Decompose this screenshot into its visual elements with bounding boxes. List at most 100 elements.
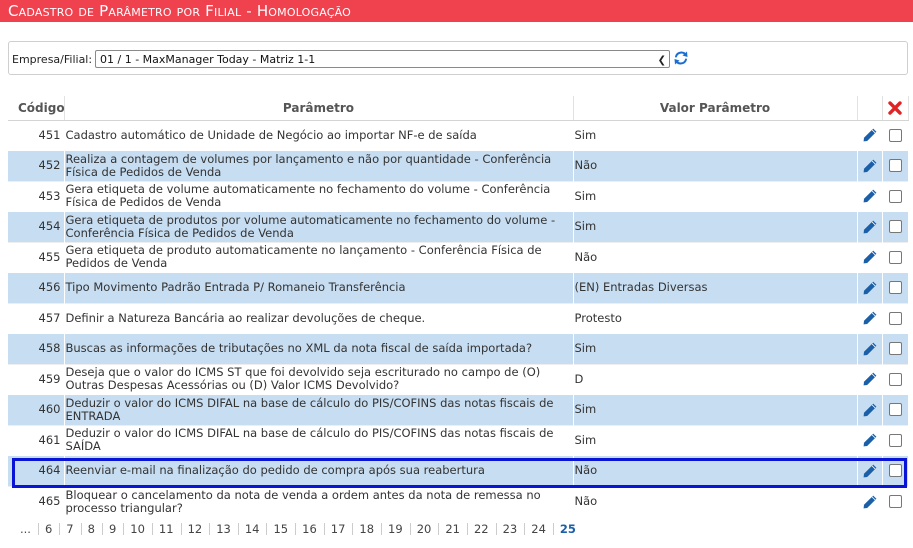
cell-valor-parametro: D (573, 363, 858, 395)
pagination-page-10[interactable]: 10 (124, 523, 153, 535)
pagination-page-16[interactable]: 16 (296, 523, 325, 535)
cell-edit (857, 211, 883, 242)
cell-valor-parametro: Não (573, 455, 858, 486)
pagination-page-8[interactable]: 8 (82, 523, 103, 535)
pagination-page-11[interactable]: 11 (153, 523, 182, 535)
table-row[interactable]: 464 Reenviar e-mail na finalização do ped… (8, 455, 909, 486)
table-row[interactable]: 461 Deduzir o valor do ICMS DIFAL na base… (8, 424, 909, 456)
pencil-icon[interactable] (862, 249, 878, 265)
pagination-page-21[interactable]: 21 (439, 523, 468, 535)
header-parametro[interactable]: Parâmetro (64, 96, 574, 121)
pencil-icon[interactable] (862, 280, 878, 296)
cell-edit (857, 455, 883, 486)
cell-codigo: 458 (8, 333, 65, 364)
cell-edit (857, 333, 883, 364)
cell-parametro: Bloquear o cancelamento da nota de venda… (64, 485, 574, 517)
pagination-page-13[interactable]: 13 (210, 523, 239, 535)
row-checkbox[interactable] (888, 495, 902, 508)
row-checkbox[interactable] (888, 342, 902, 356)
pagination-page-6[interactable]: 6 (39, 523, 61, 535)
header-codigo[interactable]: Código (8, 96, 65, 121)
row-checkbox[interactable] (888, 311, 902, 325)
cell-edit (857, 241, 883, 273)
table-row[interactable]: 457 Definir a Natureza Bancária ao realiz… (8, 302, 909, 334)
table-row[interactable]: 452 Realiza a contagem de volumes por lan… (8, 150, 909, 181)
row-checkbox[interactable] (888, 464, 902, 478)
pencil-icon[interactable] (862, 219, 878, 235)
pencil-icon[interactable] (862, 371, 878, 387)
pencil-icon[interactable] (862, 402, 878, 418)
cell-valor-parametro: Sim (573, 394, 858, 425)
pencil-icon[interactable] (862, 432, 878, 448)
pencil-icon[interactable] (862, 463, 878, 479)
table-row[interactable]: 454 Gera etiqueta de produtos por volume … (8, 211, 909, 242)
pagination-page-18[interactable]: 18 (353, 523, 383, 535)
pagination-ellipsis[interactable]: ... (20, 523, 39, 535)
row-checkbox[interactable] (888, 220, 902, 234)
pagination-page-24[interactable]: 24 (525, 523, 554, 535)
parameters-table: Código Parâmetro Valor Parâmetro 451 Cada… (8, 96, 909, 517)
refresh-icon[interactable] (673, 50, 689, 66)
cell-select (882, 150, 909, 181)
pencil-icon[interactable] (862, 341, 878, 357)
pagination-page-7[interactable]: 7 (60, 523, 82, 535)
pagination-page-15[interactable]: 15 (267, 523, 297, 535)
cell-valor-parametro: Sim (573, 211, 858, 242)
row-checkbox[interactable] (888, 372, 902, 386)
cell-codigo: 461 (8, 424, 65, 456)
empresa-filial-label: Empresa/Filial: (12, 53, 93, 66)
pagination-page-17[interactable]: 17 (325, 523, 354, 535)
table-row[interactable]: 456 Tipo Movimento Padrão Entrada P/ Roma… (8, 272, 909, 303)
pencil-icon[interactable] (862, 158, 878, 174)
table-row[interactable]: 453 Gera etiqueta de volume automaticamen… (8, 180, 909, 212)
table-row[interactable]: 458 Buscas as informações de tributações … (8, 333, 909, 364)
pagination-page-12[interactable]: 12 (182, 523, 211, 535)
cell-codigo: 451 (8, 119, 65, 151)
cell-codigo: 464 (8, 455, 65, 486)
pencil-icon[interactable] (862, 310, 878, 326)
row-checkbox[interactable] (888, 128, 902, 142)
cell-select (882, 363, 909, 395)
empresa-filial-select[interactable]: 01 / 1 - MaxManager Today - Matriz 1-1 ❮ (95, 50, 670, 68)
pagination-page-19[interactable]: 19 (382, 523, 411, 535)
row-checkbox[interactable] (888, 281, 902, 295)
cell-parametro: Cadastro automático de Unidade de Negóci… (64, 119, 574, 151)
header-edit (857, 96, 883, 121)
row-checkbox[interactable] (888, 433, 902, 447)
row-checkbox[interactable] (888, 250, 902, 264)
pencil-icon[interactable] (862, 494, 878, 510)
pencil-icon[interactable] (862, 127, 878, 143)
cell-parametro: Definir a Natureza Bancária ao realizar … (64, 302, 574, 334)
table-row[interactable]: 465 Bloquear o cancelamento da nota de ve… (8, 485, 909, 517)
table-row[interactable]: 455 Gera etiqueta de produto automaticame… (8, 241, 909, 273)
delete-icon[interactable] (888, 101, 902, 115)
header-delete (882, 96, 909, 121)
cell-parametro: Gera etiqueta de produtos por volume aut… (64, 211, 574, 242)
pagination-page-22[interactable]: 22 (468, 523, 497, 535)
table-header-row: Código Parâmetro Valor Parâmetro (8, 96, 909, 121)
pagination-page-23[interactable]: 23 (497, 523, 526, 535)
cell-edit (857, 180, 883, 212)
cell-parametro: Deduzir o valor do ICMS DIFAL na base de… (64, 394, 574, 425)
cell-select (882, 333, 909, 364)
row-checkbox[interactable] (888, 159, 902, 173)
pagination-page-9[interactable]: 9 (103, 523, 125, 535)
pagination-page-14[interactable]: 14 (239, 523, 268, 535)
pencil-icon[interactable] (862, 188, 878, 204)
table-row[interactable]: 460 Deduzir o valor do ICMS DIFAL na base… (8, 394, 909, 425)
empresa-filial-selected-value: 01 / 1 - MaxManager Today - Matriz 1-1 (100, 53, 316, 66)
pagination-page-20[interactable]: 20 (411, 523, 440, 535)
cell-parametro: Realiza a contagem de volumes por lançam… (64, 150, 574, 181)
cell-edit (857, 272, 883, 303)
pagination: ... 6 7 8 9 10 11 12 13 14 15 16 17 18 19 20 21 22 23 24 25 (20, 522, 583, 536)
pagination-page-25[interactable]: 25 (554, 523, 583, 535)
table-row[interactable]: 451 Cadastro automático de Unidade de Neg… (8, 119, 909, 151)
page-title: Cadastro de Parâmetro por Filial - Homol… (0, 0, 913, 22)
cell-edit (857, 363, 883, 395)
header-valor-parametro[interactable]: Valor Parâmetro (573, 96, 858, 121)
row-checkbox[interactable] (888, 403, 902, 417)
table-row[interactable]: 459 Deseja que o valor do ICMS ST que foi… (8, 363, 909, 395)
cell-select (882, 241, 909, 273)
cell-codigo: 459 (8, 363, 65, 395)
row-checkbox[interactable] (888, 189, 902, 203)
